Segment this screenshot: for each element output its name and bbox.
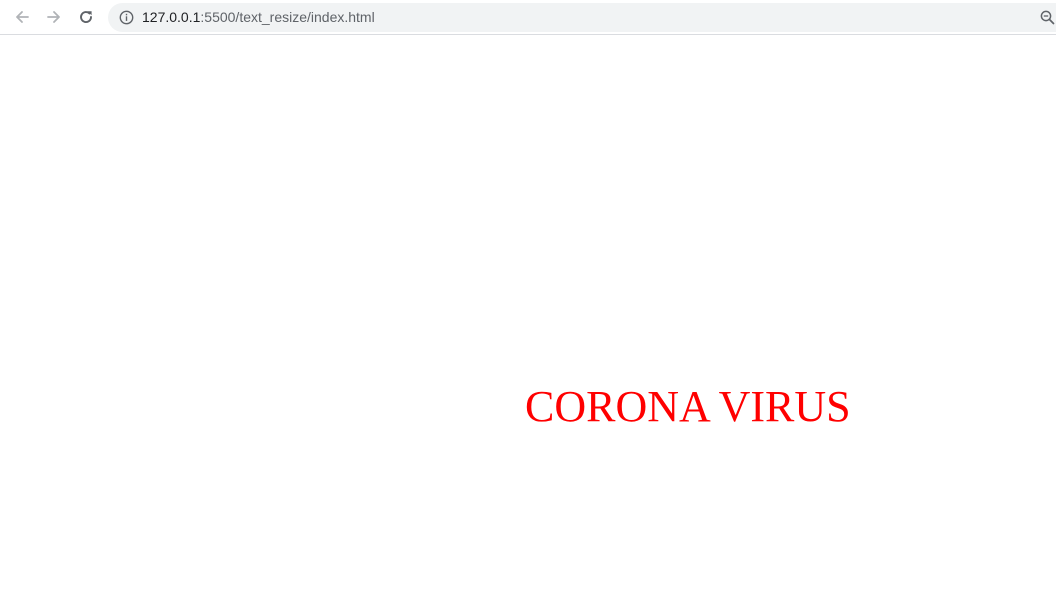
page-content: CORONA VIRUS [0,36,1056,590]
arrow-right-icon [47,11,60,23]
browser-toolbar: 127.0.0.1:5500/text_resize/index.html [0,0,1056,35]
zoom-icon[interactable] [1040,10,1055,25]
url-host: 127.0.0.1 [142,9,201,25]
reload-icon [80,11,92,23]
forward-button[interactable] [41,4,67,30]
back-button[interactable] [9,4,35,30]
address-bar[interactable]: 127.0.0.1:5500/text_resize/index.html [108,3,1056,32]
arrow-left-icon [16,11,29,23]
url-path: :5500/text_resize/index.html [200,9,375,25]
reload-button[interactable] [73,4,99,30]
url-text[interactable]: 127.0.0.1:5500/text_resize/index.html [142,9,375,26]
info-icon[interactable] [119,10,134,25]
headline-text: CORONA VIRUS [525,382,851,431]
